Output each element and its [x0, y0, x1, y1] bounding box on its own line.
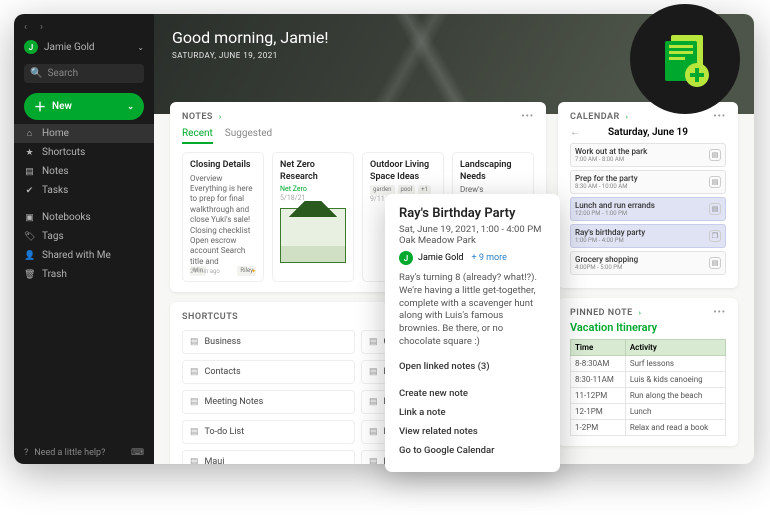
shortcuts-header: SHORTCUTS [182, 312, 238, 322]
table-row: 11-12PMRun along the beach [571, 388, 726, 404]
house-sketch-icon [280, 208, 346, 263]
note-icon: ▤ [190, 367, 199, 377]
tab-recent[interactable]: Recent [182, 128, 213, 144]
note-icon: ▤ [369, 337, 378, 347]
shortcut-item[interactable]: ▤Maui [182, 450, 355, 464]
check-icon: ✔ [24, 186, 35, 196]
user-menu[interactable]: J Jamie Gold ⌄ [14, 36, 154, 58]
popup-attendees-more[interactable]: + 9 more [471, 253, 506, 263]
caret-right-icon[interactable]: › [626, 113, 629, 121]
sidebar: ‹ › J Jamie Gold ⌄ 🔍 Search ＋ New ⌄ ⌂Hom… [14, 14, 154, 464]
popup-datetime: Sat, June 19, 2021, 1:00 - 4:00 PM [399, 224, 546, 235]
sidebar-item-home[interactable]: ⌂Home [14, 124, 154, 143]
note-link-icon[interactable]: ▤ [709, 203, 721, 215]
prev-day-icon[interactable]: ← [570, 127, 580, 138]
create-new-note[interactable]: Create new note [399, 384, 546, 403]
note-card[interactable]: Closing Details Overview Everything is h… [182, 152, 264, 282]
view-related-notes[interactable]: View related notes [399, 422, 546, 441]
note-icon: ▤ [190, 337, 199, 347]
chevron-down-icon: ⌄ [127, 102, 134, 111]
shortcut-item[interactable]: ▤Contacts [182, 360, 355, 384]
note-icon: ▤ [190, 457, 199, 464]
star-icon: ★ [24, 148, 35, 158]
avatar: J [24, 40, 38, 54]
home-icon: ⌂ [24, 128, 35, 139]
calendar-date: Saturday, June 19 [608, 127, 688, 138]
copy-icon[interactable]: ❐ [709, 230, 721, 242]
new-button[interactable]: ＋ New ⌄ [24, 93, 144, 120]
table-row: 12-1PMLunch [571, 404, 726, 420]
note-link-icon[interactable]: ▤ [709, 176, 721, 188]
calendar-event[interactable]: Ray's birthday party1:00 PM - 4:00 PM❐ [570, 224, 726, 248]
note-link-icon[interactable]: ▤ [709, 149, 721, 161]
plus-icon: ＋ [34, 98, 46, 115]
tab-suggested[interactable]: Suggested [225, 128, 272, 144]
calendar-panel: CALENDAR › ••• ← Saturday, June 19 Work … [558, 102, 738, 288]
open-linked-notes[interactable]: Open linked notes (3) [399, 357, 546, 376]
calendar-event[interactable]: Work out at the park7:00 AM - 8:00 AM▤ [570, 143, 726, 167]
sidebar-item-tasks[interactable]: ✔Tasks [14, 181, 154, 200]
note-icon: ▤ [190, 397, 199, 407]
caret-right-icon[interactable]: › [219, 113, 222, 121]
keyboard-icon[interactable]: ⌨ [131, 448, 144, 458]
note-card[interactable]: Net Zero Research Net Zero 5/18/21 [272, 152, 354, 282]
link-a-note[interactable]: Link a note [399, 403, 546, 422]
sidebar-item-shortcuts[interactable]: ★Shortcuts [14, 143, 154, 162]
note-icon: ▤ [190, 427, 199, 437]
calendar-header: CALENDAR [570, 112, 620, 122]
calendar-event[interactable]: Prep for the party8:30 AM - 10:00 AM▤ [570, 170, 726, 194]
search-input[interactable]: 🔍 Search [24, 64, 144, 83]
nav-back-icon[interactable]: ‹ [24, 22, 34, 32]
notes-header: NOTES [182, 112, 213, 122]
pinned-header: PINNED NOTE [570, 308, 633, 318]
avatar: J [399, 251, 413, 265]
note-icon: ▤ [369, 367, 378, 377]
sidebar-item-notes[interactable]: ▤Notes [14, 162, 154, 181]
help-link[interactable]: ? Need a little help? ⌨ [14, 442, 154, 464]
search-icon: 🔍 [30, 68, 42, 79]
trash-icon: 🗑 [24, 270, 35, 280]
more-icon[interactable]: ••• [713, 112, 726, 122]
tag-icon: 🏷 [24, 232, 35, 242]
search-placeholder: Search [47, 68, 78, 79]
shortcut-item[interactable]: ▤Business [182, 330, 355, 354]
note-icon: ▤ [369, 427, 378, 437]
table-row: 8-8:30AMSurf lessons [571, 356, 726, 372]
go-to-google-calendar[interactable]: Go to Google Calendar [399, 441, 546, 460]
sidebar-item-notebooks[interactable]: ▣Notebooks [14, 208, 154, 227]
note-icon: ▤ [369, 397, 378, 407]
shortcut-item[interactable]: ▤To-do List [182, 420, 355, 444]
add-note-badge-icon[interactable] [630, 4, 740, 114]
note-icon: ▤ [24, 167, 35, 177]
popup-organizer: Jamie Gold [418, 253, 463, 263]
calendar-event[interactable]: Lunch and run errands12:00 PM - 1:00 PM▤ [570, 197, 726, 221]
popup-title: Ray's Birthday Party [399, 206, 546, 221]
sidebar-item-shared[interactable]: 👤Shared with Me [14, 246, 154, 265]
pinned-note-panel: PINNED NOTE › ••• Vacation Itinerary Tim… [558, 298, 738, 446]
popup-location: Oak Meadow Park [399, 235, 546, 246]
note-link-icon[interactable]: ▤ [709, 257, 721, 269]
pinned-title[interactable]: Vacation Itinerary [570, 321, 726, 334]
more-icon[interactable]: ••• [713, 308, 726, 318]
sidebar-item-tags[interactable]: 🏷Tags [14, 227, 154, 246]
user-name: Jamie Gold [44, 42, 95, 53]
sidebar-item-trash[interactable]: 🗑Trash [14, 265, 154, 284]
shortcut-item[interactable]: ▤Meeting Notes [182, 390, 355, 414]
popup-body: Ray's turning 8 (already? what!?). We're… [399, 272, 546, 349]
calendar-event[interactable]: Grocery shopping4:00PM - 5:00 PM▤ [570, 251, 726, 275]
table-row: 1-2PMRelax and read a book [571, 420, 726, 436]
share-icon: 👤 [24, 251, 35, 261]
itinerary-table: TimeActivity 8-8:30AMSurf lessons 8:30-1… [570, 339, 726, 436]
more-icon[interactable]: ••• [521, 112, 534, 122]
caret-right-icon[interactable]: › [639, 309, 642, 317]
new-label: New [52, 101, 72, 112]
note-icon: ▤ [369, 457, 378, 464]
table-row: 8:30-11AMLuis & kids canoeing [571, 372, 726, 388]
chevron-down-icon: ⌄ [137, 43, 144, 52]
event-popup: Ray's Birthday Party Sat, June 19, 2021,… [385, 194, 560, 472]
book-icon: ▣ [24, 213, 35, 223]
nav-forward-icon[interactable]: › [40, 22, 50, 32]
help-icon: ? [24, 448, 28, 458]
